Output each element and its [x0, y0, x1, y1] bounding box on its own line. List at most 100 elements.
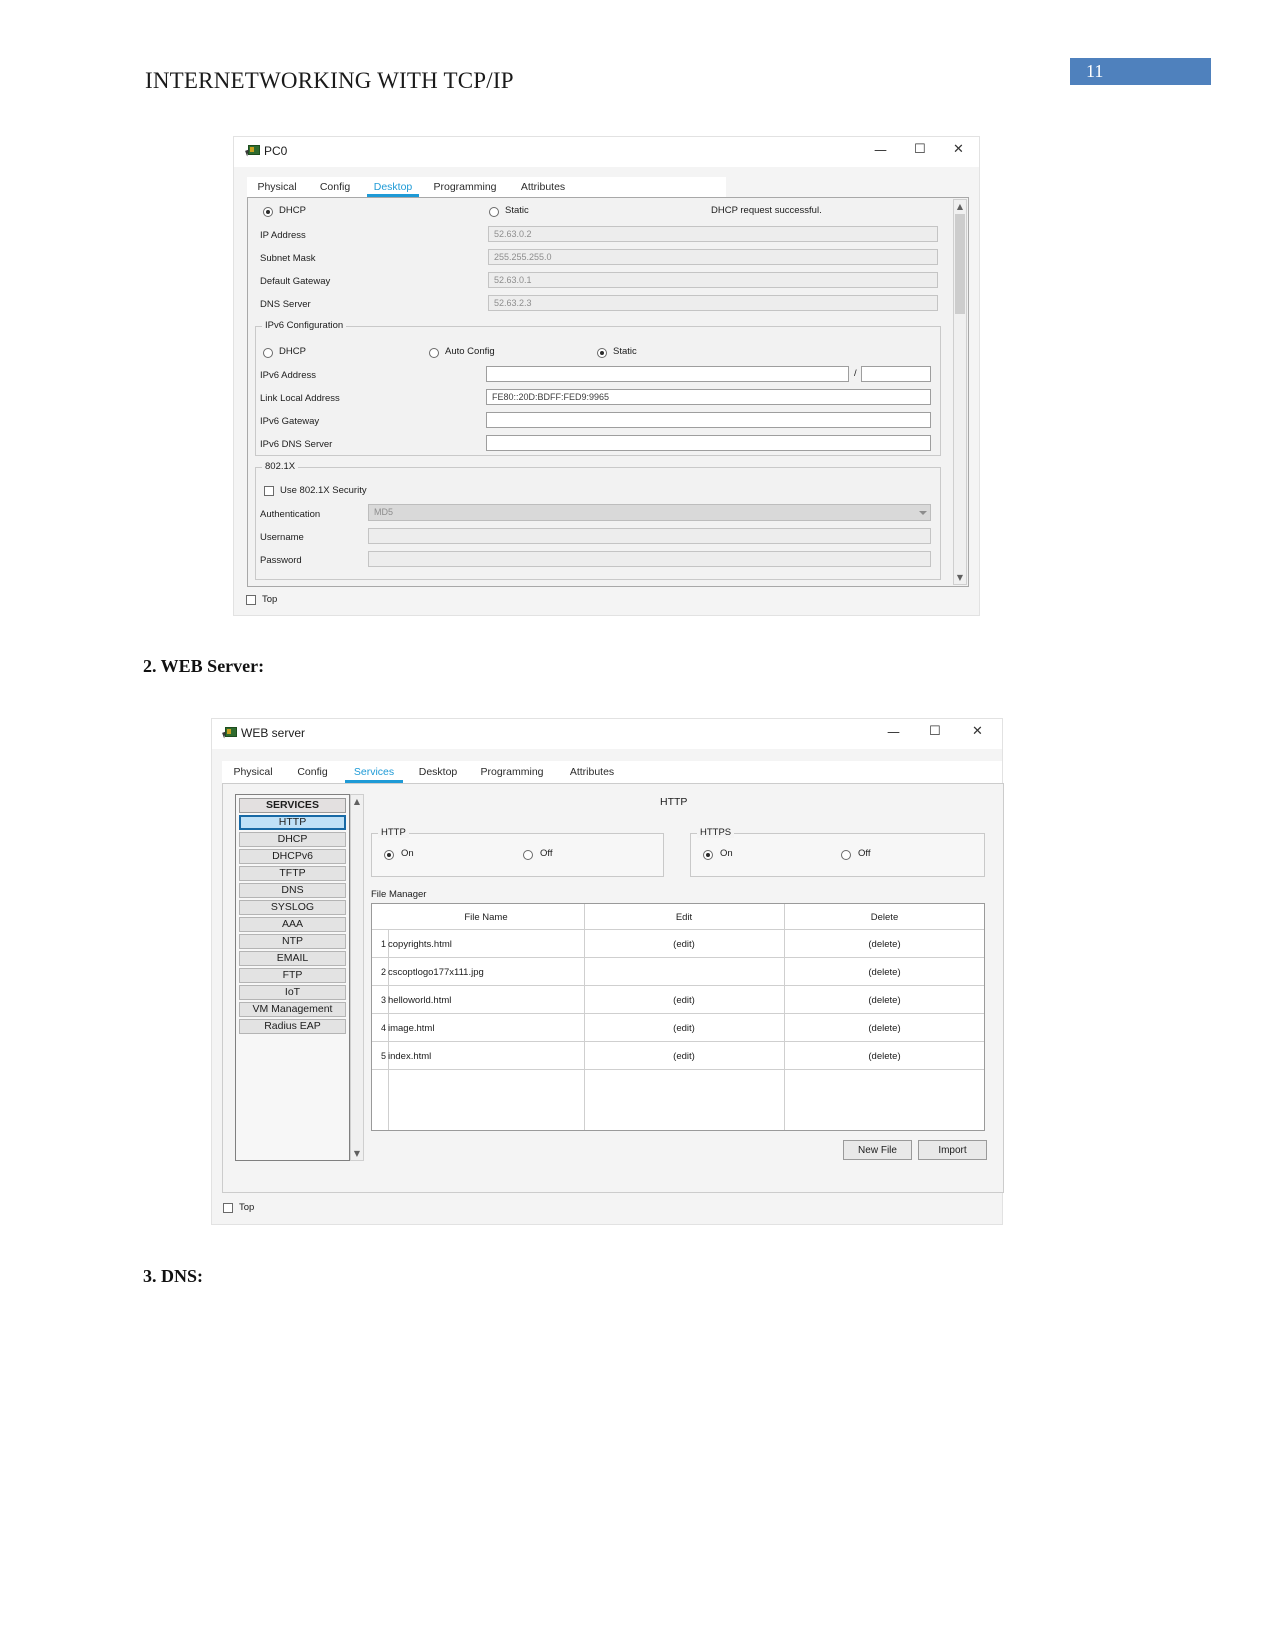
- sidebar-item-dhcpv6[interactable]: DHCPv6: [239, 849, 346, 864]
- services-sidebar: SERVICES HTTP DHCP DHCPv6 TFTP DNS SYSLO…: [235, 794, 350, 1161]
- top-checkbox[interactable]: [223, 1203, 233, 1213]
- sidebar-item-vm-management[interactable]: VM Management: [239, 1002, 346, 1017]
- tab-physical[interactable]: Physical: [247, 177, 307, 197]
- maximize-icon[interactable]: ☐: [929, 724, 941, 739]
- tab-label: Programming: [480, 766, 544, 778]
- tab-config[interactable]: Config: [307, 177, 363, 197]
- minimize-icon[interactable]: —: [874, 143, 887, 158]
- default-gateway-field[interactable]: 52.63.0.1: [488, 272, 938, 288]
- tab-physical[interactable]: Physical: [222, 761, 284, 783]
- cell-delete-link[interactable]: (delete): [784, 1051, 985, 1062]
- cell-delete-link[interactable]: (delete): [784, 939, 985, 950]
- ip-address-field[interactable]: 52.63.0.2: [488, 226, 938, 242]
- dot1x-caption: 802.1X: [262, 461, 299, 472]
- minimize-icon[interactable]: —: [887, 725, 900, 740]
- import-button[interactable]: Import: [918, 1140, 987, 1160]
- sidebar-item-aaa[interactable]: AAA: [239, 917, 346, 932]
- sidebar-item-radius-eap[interactable]: Radius EAP: [239, 1019, 346, 1034]
- sidebar-item-ftp[interactable]: FTP: [239, 968, 346, 983]
- http-on-radio[interactable]: [384, 850, 394, 860]
- sidebar-item-tftp[interactable]: TFTP: [239, 866, 346, 881]
- tab-programming[interactable]: Programming: [423, 177, 507, 197]
- cell-edit-link[interactable]: (edit): [584, 939, 784, 950]
- tab-label: Attributes: [569, 766, 615, 778]
- table-row[interactable]: 5 index.html (edit) (delete): [372, 1042, 984, 1070]
- table-row[interactable]: 1 copyrights.html (edit) (delete): [372, 930, 984, 958]
- sidebar-item-dns[interactable]: DNS: [239, 883, 346, 898]
- maximize-icon[interactable]: ☐: [914, 142, 926, 157]
- tab-desktop[interactable]: Desktop: [363, 177, 423, 197]
- use-dot1x-security-label: Use 802.1X Security: [280, 485, 367, 496]
- https-off-radio[interactable]: [841, 850, 851, 860]
- tab-programming[interactable]: Programming: [469, 761, 555, 783]
- cell-file-name: helloworld.html: [388, 995, 452, 1006]
- sidebar-item-http[interactable]: HTTP: [239, 815, 346, 830]
- cell-edit-link[interactable]: (edit): [584, 1023, 784, 1034]
- link-local-address-label: Link Local Address: [260, 393, 340, 404]
- username-field[interactable]: [368, 528, 931, 544]
- ipv6-gateway-field[interactable]: [486, 412, 931, 428]
- sidebar-item-email[interactable]: EMAIL: [239, 951, 346, 966]
- pc0-window-title: PC0: [264, 144, 288, 158]
- dns-server-field[interactable]: 52.63.2.3: [488, 295, 938, 311]
- new-file-button[interactable]: New File: [843, 1140, 912, 1160]
- table-row[interactable]: 3 helloworld.html (edit) (delete): [372, 986, 984, 1014]
- cell-delete-link[interactable]: (delete): [784, 967, 985, 978]
- table-row[interactable]: 2 cscoptlogo177x111.jpg (delete): [372, 958, 984, 986]
- http-off-radio[interactable]: [523, 850, 533, 860]
- table-row[interactable]: 4 image.html (edit) (delete): [372, 1014, 984, 1042]
- tab-config[interactable]: Config: [284, 761, 341, 783]
- password-field[interactable]: [368, 551, 931, 567]
- scroll-down-icon[interactable]: ▼: [954, 571, 966, 584]
- ipv6-dhcp-radio[interactable]: [263, 348, 273, 358]
- tab-label: Physical: [233, 766, 273, 778]
- section-heading-dns: 3. DNS:: [143, 1266, 204, 1286]
- sidebar-item-dhcp[interactable]: DHCP: [239, 832, 346, 847]
- ip-static-radio[interactable]: [489, 207, 499, 217]
- tab-attributes[interactable]: Attributes: [507, 177, 579, 197]
- scroll-up-icon[interactable]: ▲: [954, 200, 966, 213]
- ipv6-dns-server-field[interactable]: [486, 435, 931, 451]
- sidebar-item-syslog[interactable]: SYSLOG: [239, 900, 346, 915]
- pc0-bottom-bar: Top: [234, 587, 979, 615]
- scroll-down-icon[interactable]: ▼: [351, 1147, 363, 1160]
- scrollbar-thumb[interactable]: [955, 214, 965, 314]
- ip-dhcp-radio[interactable]: [263, 207, 273, 217]
- page-title: INTERNETWORKING WITH TCP/IP: [145, 68, 514, 93]
- page-number-badge: 11: [1070, 58, 1211, 85]
- top-checkbox[interactable]: [246, 595, 256, 605]
- close-icon[interactable]: ✕: [953, 142, 964, 157]
- tab-services[interactable]: Services: [341, 761, 407, 783]
- row-index: 3: [380, 995, 386, 1005]
- section-heading-web-server: 2. WEB Server:: [143, 656, 265, 676]
- top-checkbox-label: Top: [262, 594, 278, 605]
- tab-attributes[interactable]: Attributes: [555, 761, 629, 783]
- pc0-content-panel: DHCP Static DHCP request successful. IP …: [247, 197, 969, 587]
- subnet-mask-field[interactable]: 255.255.255.0: [488, 249, 938, 265]
- services-sidebar-scrollbar[interactable]: ▲ ▼: [350, 794, 364, 1161]
- cell-edit-link[interactable]: (edit): [584, 995, 784, 1006]
- ipv6-static-radio[interactable]: [597, 348, 607, 358]
- pc0-vertical-scrollbar[interactable]: ▲ ▼: [953, 199, 967, 585]
- cell-edit-link[interactable]: (edit): [584, 1051, 784, 1062]
- link-local-address-field[interactable]: FE80::20D:BDFF:FED9:9965: [486, 389, 931, 405]
- https-on-radio[interactable]: [703, 850, 713, 860]
- authentication-label: Authentication: [260, 509, 321, 520]
- authentication-select[interactable]: MD5: [368, 504, 931, 521]
- use-dot1x-security-checkbox[interactable]: [264, 486, 274, 496]
- sidebar-item-ntp[interactable]: NTP: [239, 934, 346, 949]
- ip-dhcp-label: DHCP: [279, 205, 306, 216]
- sidebar-item-iot[interactable]: IoT: [239, 985, 346, 1000]
- close-icon[interactable]: ✕: [972, 724, 983, 739]
- scroll-up-icon[interactable]: ▲: [351, 795, 363, 808]
- ipv6-address-field[interactable]: [486, 366, 849, 382]
- cell-delete-link[interactable]: (delete): [784, 1023, 985, 1034]
- cell-delete-link[interactable]: (delete): [784, 995, 985, 1006]
- ipv6-auto-config-radio[interactable]: [429, 348, 439, 358]
- ipv6-config-caption: IPv6 Configuration: [262, 320, 347, 331]
- tab-desktop[interactable]: Desktop: [407, 761, 469, 783]
- file-manager-caption: File Manager: [371, 889, 427, 900]
- ipv6-prefix-field[interactable]: [861, 366, 931, 382]
- column-header-edit: Edit: [675, 912, 693, 923]
- tab-label: Desktop: [373, 181, 413, 193]
